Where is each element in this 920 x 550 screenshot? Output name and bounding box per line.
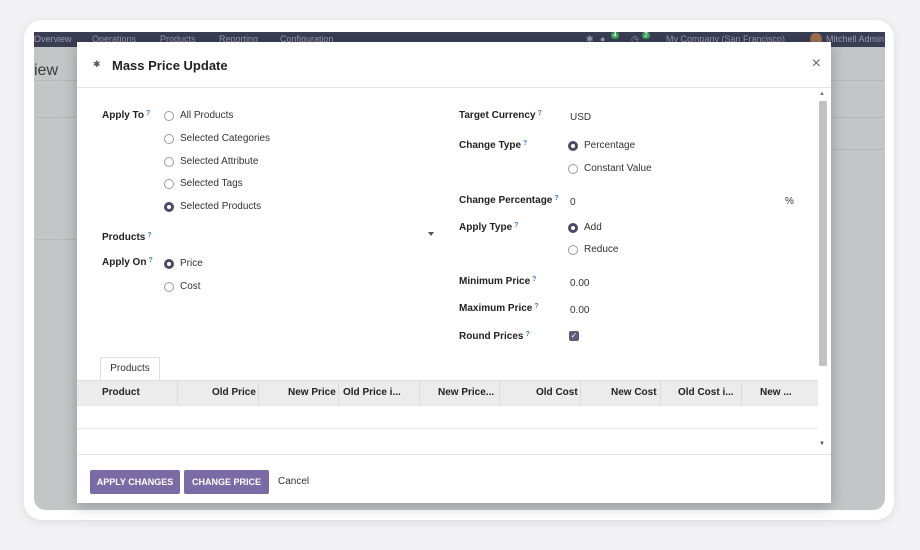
messages-badge: 4 — [611, 32, 619, 39]
column-separator — [419, 381, 420, 405]
help-icon: ? — [148, 257, 153, 264]
scroll-down-icon[interactable]: ▼ — [819, 441, 825, 447]
help-icon: ? — [514, 222, 519, 229]
table-row — [77, 428, 818, 429]
products-input[interactable] — [164, 232, 434, 246]
change-type-constant-value-radio[interactable]: Constant Value — [568, 163, 652, 174]
change-percentage-input[interactable]: 0 — [570, 197, 780, 208]
change-price-button[interactable]: CHANGE PRICE — [184, 470, 269, 494]
help-icon: ? — [147, 232, 152, 239]
help-icon: ? — [534, 303, 539, 310]
table-row — [77, 405, 818, 406]
column-header-new-cost[interactable]: New Cost — [611, 387, 657, 398]
scrollbar-thumb[interactable] — [819, 101, 827, 366]
activities-badge: 2 — [642, 32, 650, 39]
background-page-title: iew — [34, 62, 59, 79]
target-currency-value[interactable]: USD — [570, 112, 591, 123]
chevron-down-icon[interactable] — [428, 232, 434, 236]
column-header-new-price[interactable]: New Price — [288, 387, 336, 398]
mass-price-update-dialog: ✱ Mass Price Update × Apply To? All Prod… — [77, 42, 831, 503]
column-header-old-cost-in-currency[interactable]: Old Cost i... — [678, 387, 734, 398]
bug-icon: ✱ — [93, 59, 101, 69]
target-currency-label: Target Currency? — [459, 110, 542, 121]
apply-on-cost-radio[interactable]: Cost — [164, 281, 201, 292]
dialog-body: Apply To? All Products Selected Categori… — [77, 89, 831, 454]
column-separator — [499, 381, 500, 405]
tab-products[interactable]: Products — [100, 357, 160, 381]
products-label: Products? — [102, 232, 152, 243]
maximum-price-label: Maximum Price? — [459, 303, 539, 314]
cancel-button[interactable]: Cancel — [278, 476, 309, 487]
change-type-percentage-radio[interactable]: Percentage — [568, 140, 635, 151]
maximum-price-input[interactable]: 0.00 — [570, 305, 589, 316]
apply-to-selected-products-radio[interactable]: Selected Products — [164, 201, 261, 212]
minimum-price-input[interactable]: 0.00 — [570, 278, 589, 289]
column-header-old-price-in-currency[interactable]: Old Price i... — [343, 387, 401, 398]
products-table-header: Product Old Price New Price Old Price i.… — [77, 381, 818, 405]
help-icon: ? — [554, 195, 559, 202]
column-separator — [258, 381, 259, 405]
column-separator — [660, 381, 661, 405]
apply-type-label: Apply Type? — [459, 222, 519, 233]
apply-to-label: Apply To? — [102, 110, 151, 121]
user-menu[interactable]: Mitchell Admin — [826, 34, 884, 44]
dialog-footer: APPLY CHANGES CHANGE PRICE Cancel — [77, 454, 831, 503]
apply-changes-button[interactable]: APPLY CHANGES — [90, 470, 180, 494]
help-icon: ? — [525, 331, 530, 338]
apply-on-label: Apply On? — [102, 257, 153, 268]
scroll-up-icon[interactable]: ▲ — [819, 91, 825, 97]
percent-unit: % — [785, 196, 794, 207]
dialog-title: Mass Price Update — [112, 58, 228, 73]
minimum-price-label: Minimum Price? — [459, 276, 537, 287]
column-separator — [741, 381, 742, 405]
change-percentage-label: Change Percentage? — [459, 195, 559, 206]
help-icon: ? — [537, 110, 542, 117]
column-separator — [338, 381, 339, 405]
change-type-label: Change Type? — [459, 140, 528, 151]
column-header-old-cost[interactable]: Old Cost — [536, 387, 578, 398]
nav-item-overview[interactable]: Overview — [34, 34, 72, 44]
column-separator — [177, 381, 178, 405]
apply-to-selected-categories-radio[interactable]: Selected Categories — [164, 133, 270, 144]
apply-to-selected-tags-radio[interactable]: Selected Tags — [164, 178, 243, 189]
dialog-header: ✱ Mass Price Update × — [77, 42, 831, 88]
round-prices-checkbox[interactable]: ✓ — [569, 331, 579, 341]
background-panel — [831, 117, 885, 150]
column-header-old-price[interactable]: Old Price — [212, 387, 256, 398]
apply-to-all-products-radio[interactable]: All Products — [164, 110, 233, 121]
apply-on-price-radio[interactable]: Price — [164, 258, 203, 269]
apply-to-selected-attribute-radio[interactable]: Selected Attribute — [164, 156, 258, 167]
close-icon[interactable]: × — [812, 55, 821, 73]
help-icon: ? — [532, 276, 537, 283]
help-icon: ? — [523, 140, 528, 147]
help-icon: ? — [146, 110, 151, 117]
round-prices-label: Round Prices? — [459, 331, 530, 342]
apply-type-reduce-radio[interactable]: Reduce — [568, 244, 618, 255]
column-header-product[interactable]: Product — [102, 387, 140, 398]
column-header-new-cost-in-currency[interactable]: New ... — [760, 387, 792, 398]
apply-type-add-radio[interactable]: Add — [568, 222, 602, 233]
column-header-new-price-in-currency[interactable]: New Price... — [438, 387, 494, 398]
dialog-scrollbar[interactable]: ▲ ▼ — [818, 89, 828, 454]
column-separator — [580, 381, 581, 405]
